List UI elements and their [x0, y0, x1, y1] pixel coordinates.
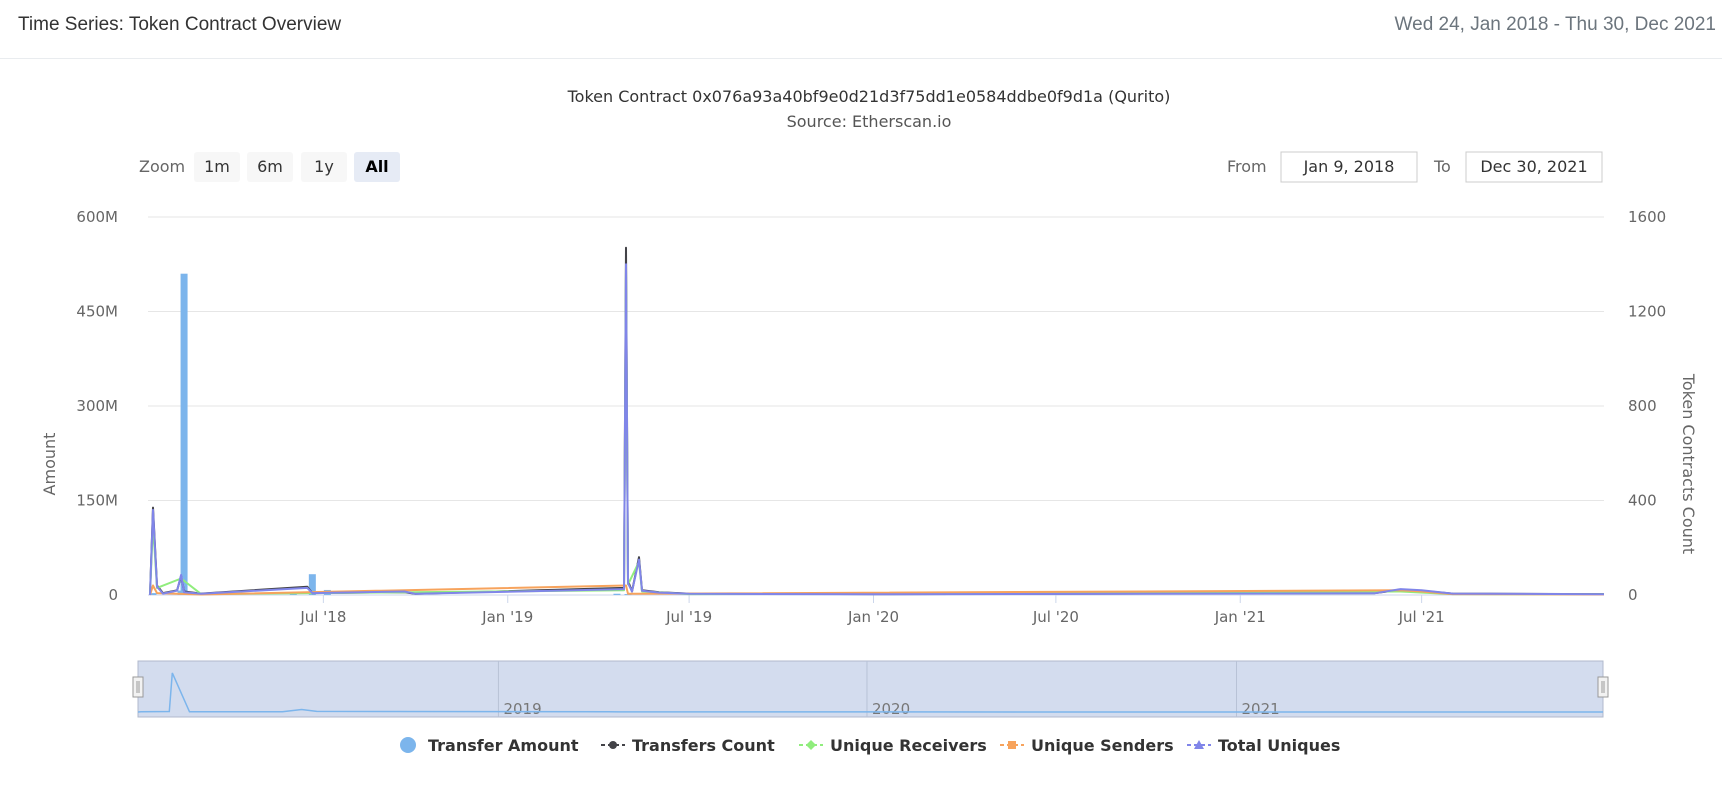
y-left-tick-label: 450M	[76, 303, 118, 321]
x-axis: Jul '18 Jan '19 Jul '19 Jan '20 Jul '20 Jan '…	[299, 595, 1445, 626]
y-right-axis: 0 400 800 1200 1600	[1628, 208, 1666, 604]
from-label: From	[1227, 157, 1267, 176]
from-date-value: Jan 9, 2018	[1303, 157, 1395, 176]
y-right-tick-label: 400	[1628, 492, 1657, 510]
date-range-label: Wed 24, Jan 2018 - Thu 30, Dec 2021	[1394, 14, 1716, 35]
zoom-1y-button[interactable]: 1y	[301, 152, 347, 182]
navigator-selection[interactable]	[137, 660, 1604, 718]
legend-label-unique-senders: Unique Senders	[1031, 736, 1174, 755]
x-tick-label: Jul '19	[665, 608, 712, 626]
page-header: Time Series: Token Contract Overview Wed…	[0, 0, 1722, 59]
series-lines	[149, 246, 1605, 596]
navigator-left-handle[interactable]	[132, 676, 144, 698]
y-left-tick-label: 0	[108, 586, 118, 604]
legend-item-unique-receivers[interactable]: Unique Receivers	[799, 736, 987, 755]
y-right-tick-label: 1600	[1628, 208, 1666, 226]
legend-label-total-uniques: Total Uniques	[1218, 736, 1340, 755]
zoom-6m-label: 6m	[257, 157, 283, 176]
legend-label-transfers-count: Transfers Count	[632, 736, 775, 755]
navigator-year-label: 2021	[1241, 700, 1279, 718]
x-tick-label: Jul '18	[299, 608, 346, 626]
y-left-tick-label: 300M	[76, 397, 118, 415]
unique-receivers-line	[149, 268, 1605, 596]
legend-item-unique-senders[interactable]: Unique Senders	[1000, 736, 1174, 755]
transfers-count-line	[149, 246, 1605, 596]
chart-subtitle: Source: Etherscan.io	[787, 112, 952, 131]
grid-lines	[148, 216, 1604, 596]
y-left-axis-title: Amount	[40, 433, 59, 496]
x-tick-label: Jul '21	[1398, 608, 1445, 626]
from-date-input[interactable]: Jan 9, 2018	[1280, 151, 1418, 183]
range-selector: Zoom 1m 6m 1y All From Jan 9, 2018 To De…	[139, 151, 1603, 183]
to-date-value: Dec 30, 2021	[1480, 157, 1587, 176]
legend-item-total-uniques[interactable]: Total Uniques	[1187, 736, 1340, 755]
legend-label-unique-receivers: Unique Receivers	[830, 736, 987, 755]
zoom-1m-label: 1m	[204, 157, 230, 176]
chart-title: Token Contract 0x076a93a40bf9e0d21d3f75d…	[567, 87, 1171, 106]
y-left-tick-label: 600M	[76, 208, 118, 226]
zoom-6m-button[interactable]: 6m	[247, 152, 293, 182]
legend-item-transfers-count[interactable]: Transfers Count	[601, 736, 775, 755]
x-tick-label: Jan '19	[481, 608, 533, 626]
x-tick-label: Jan '21	[1214, 608, 1266, 626]
legend-circle-icon	[400, 737, 416, 753]
zoom-label: Zoom	[139, 157, 185, 176]
legend-diamond-icon	[806, 740, 816, 750]
navigator[interactable]: 2019 2020 2021	[132, 660, 1609, 718]
y-right-axis-title: Token Contracts Count	[1679, 373, 1698, 554]
y-left-tick-label: 150M	[76, 492, 118, 510]
transfer-amount-columns	[149, 273, 632, 596]
navigator-right-handle[interactable]	[1597, 676, 1609, 698]
page-title: Time Series: Token Contract Overview	[18, 14, 342, 35]
zoom-all-button[interactable]: All	[354, 152, 400, 182]
x-tick-label: Jan '20	[847, 608, 899, 626]
legend-label-transfer-amount: Transfer Amount	[428, 736, 579, 755]
y-right-tick-label: 1200	[1628, 303, 1666, 321]
legend: Transfer Amount Transfers Count Unique R…	[400, 736, 1340, 755]
time-series-chart: Token Contract 0x076a93a40bf9e0d21d3f75d…	[40, 87, 1698, 755]
y-right-tick-label: 800	[1628, 397, 1657, 415]
legend-item-transfer-amount[interactable]: Transfer Amount	[400, 736, 579, 755]
transfer-amount-bar	[180, 273, 188, 595]
zoom-all-label: All	[365, 157, 388, 176]
transfer-amount-bar	[613, 593, 621, 595]
navigator-year-label: 2020	[872, 700, 910, 718]
navigator-year-label: 2019	[503, 700, 541, 718]
legend-square-icon	[1008, 741, 1016, 749]
legend-circle-icon	[609, 741, 617, 749]
to-label: To	[1433, 157, 1451, 176]
zoom-1m-button[interactable]: 1m	[194, 152, 240, 182]
zoom-1y-label: 1y	[314, 157, 334, 176]
to-date-input[interactable]: Dec 30, 2021	[1465, 151, 1603, 183]
y-right-tick-label: 0	[1628, 586, 1638, 604]
x-tick-label: Jul '20	[1032, 608, 1079, 626]
y-left-axis: 0 150M 300M 450M 600M	[76, 208, 118, 604]
total-uniques-line	[149, 263, 1605, 596]
